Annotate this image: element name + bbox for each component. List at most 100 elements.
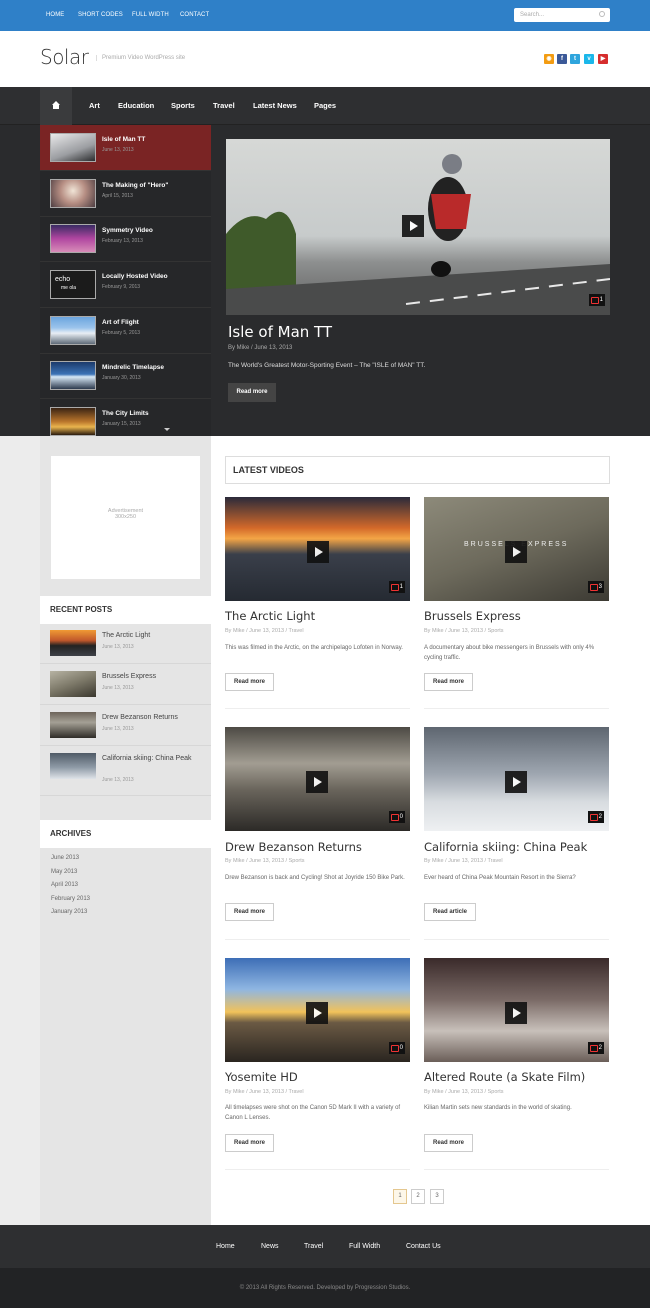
topnav-contact[interactable]: CONTACT	[180, 12, 209, 18]
recent-post-title[interactable]: California skiing: China Peak	[102, 754, 202, 764]
recent-post-title[interactable]: The Arctic Light	[102, 631, 202, 641]
page-1-link[interactable]: 1	[393, 1189, 407, 1204]
video-thumbnail[interactable]: 2	[424, 958, 609, 1062]
comment-count-badge: 2	[588, 1042, 604, 1054]
nav-art[interactable]: Art	[89, 101, 100, 110]
recent-post-item[interactable]: California skiing: China Peak June 13, 2…	[40, 747, 211, 796]
page-2-link[interactable]: 2	[411, 1189, 425, 1204]
search-input[interactable]: Search...	[514, 8, 610, 22]
search-icon[interactable]	[599, 11, 605, 17]
footer-contact-us[interactable]: Contact Us	[406, 1243, 441, 1250]
playlist-item[interactable]: echo me ola Locally Hosted Video February…	[40, 262, 211, 308]
read-more-button[interactable]: Read more	[225, 673, 275, 691]
video-description: Kilian Martin sets new standards in the …	[424, 1105, 572, 1111]
archive-link[interactable]: April 2013	[51, 882, 78, 888]
footer: © 2013 All Rights Reserved. Developed by…	[0, 1268, 650, 1308]
playlist-item[interactable]: Symmetry Video February 13, 2013	[40, 216, 211, 262]
nav-sports[interactable]: Sports	[171, 101, 195, 110]
video-description: A documentary about bike messengers in B…	[424, 645, 595, 661]
video-thumbnail[interactable]: 1	[225, 497, 410, 601]
page-3-link[interactable]: 3	[430, 1189, 444, 1204]
recent-post-item[interactable]: The Arctic Light June 13, 2013	[40, 624, 211, 664]
read-article-button[interactable]: Read article	[424, 903, 477, 921]
nav-pages[interactable]: Pages	[314, 101, 336, 110]
recent-post-title[interactable]: Brussels Express	[102, 672, 202, 682]
video-title[interactable]: Yosemite HD	[225, 1070, 298, 1084]
topnav-full-width[interactable]: FULL WIDTH	[132, 12, 169, 18]
footer-travel[interactable]: Travel	[304, 1243, 323, 1250]
playlist-thumb	[50, 316, 96, 345]
archives-heading: ARCHIVES	[40, 820, 211, 848]
read-more-button[interactable]: Read more	[225, 1134, 275, 1152]
play-button[interactable]	[307, 541, 329, 563]
video-title[interactable]: Brussels Express	[424, 609, 521, 623]
playlist-title: Art of Flight	[102, 319, 139, 326]
footer-home[interactable]: Home	[216, 1243, 235, 1250]
playlist-item[interactable]: Mindrelic Timelapse January 30, 2013	[40, 353, 211, 399]
comment-count-badge: 2	[588, 811, 604, 823]
facebook-icon[interactable]: f	[557, 54, 567, 64]
play-button[interactable]	[306, 1002, 328, 1024]
comment-count-badge: 1	[389, 581, 405, 593]
video-thumbnail[interactable]: 0	[225, 727, 410, 831]
archive-link[interactable]: June 2013	[51, 855, 79, 861]
topnav-short-codes[interactable]: SHORT CODES	[78, 12, 123, 18]
video-title[interactable]: Altered Route (a Skate Film)	[424, 1070, 585, 1084]
read-more-button[interactable]: Read more	[424, 1134, 474, 1152]
rss-icon[interactable]: ◉	[544, 54, 554, 64]
video-thumbnail[interactable]: 2	[424, 727, 609, 831]
playlist-date: January 15, 2013	[102, 421, 141, 427]
video-title[interactable]: California skiing: China Peak	[424, 840, 587, 854]
read-more-button[interactable]: Read more	[424, 673, 474, 691]
featured-video[interactable]: 1	[226, 139, 610, 315]
video-title[interactable]: The Arctic Light	[225, 609, 315, 623]
nav-education[interactable]: Education	[118, 101, 154, 110]
site-tagline: Premium Video WordPress site	[96, 55, 185, 61]
playlist-item[interactable]: Isle of Man TT June 13, 2013	[40, 125, 211, 171]
divider	[225, 708, 410, 709]
play-button[interactable]	[306, 771, 328, 793]
video-thumbnail[interactable]: 0	[225, 958, 410, 1062]
play-button[interactable]	[505, 1002, 527, 1024]
video-thumbnail[interactable]: BRUSSELS EXPRESS 3	[424, 497, 609, 601]
home-icon[interactable]	[40, 87, 72, 125]
site-logo[interactable]: Solar	[40, 45, 89, 69]
recent-post-title[interactable]: Drew Bezanson Returns	[102, 713, 202, 723]
scroll-down-icon[interactable]	[164, 428, 170, 431]
featured-read-more-button[interactable]: Read more	[228, 383, 276, 402]
vimeo-icon[interactable]: v	[584, 54, 594, 64]
featured-title[interactable]: Isle of Man TT	[228, 323, 332, 341]
comment-count-badge: 0	[389, 811, 405, 823]
advertisement-box[interactable]: Advertisement 300x250	[51, 456, 200, 579]
nav-latest-news[interactable]: Latest News	[253, 101, 297, 110]
archive-link[interactable]: February 2013	[51, 896, 90, 902]
main-nav: Art Education Sports Travel Latest News …	[0, 87, 650, 125]
playlist-thumb	[50, 361, 96, 390]
recent-post-item[interactable]: Drew Bezanson Returns June 13, 2013	[40, 706, 211, 746]
video-title[interactable]: Drew Bezanson Returns	[225, 840, 362, 854]
play-button[interactable]	[402, 215, 424, 237]
recent-post-date: June 13, 2013	[102, 644, 134, 650]
archive-link[interactable]: January 2013	[51, 909, 87, 915]
recent-post-thumb	[50, 630, 96, 656]
playlist-thumb	[50, 133, 96, 162]
topnav-home[interactable]: HOME	[46, 12, 64, 18]
ad-label: Advertisement 300x250	[107, 508, 144, 520]
twitter-icon[interactable]: t	[570, 54, 580, 64]
playlist-item[interactable]: The City Limits January 15, 2013	[40, 399, 211, 436]
archive-link[interactable]: May 2013	[51, 869, 77, 875]
playlist-item[interactable]: Art of Flight February 5, 2013	[40, 308, 211, 354]
read-more-button[interactable]: Read more	[225, 903, 275, 921]
recent-post-item[interactable]: Brussels Express June 13, 2013	[40, 665, 211, 705]
playlist-thumb	[50, 224, 96, 253]
video-meta: By Mike / June 13, 2013 / Sports	[225, 858, 305, 864]
play-button[interactable]	[505, 771, 527, 793]
playlist-item[interactable]: The Making of "Hero" April 15, 2013	[40, 171, 211, 217]
footer-full-width[interactable]: Full Width	[349, 1243, 380, 1250]
play-button[interactable]	[505, 541, 527, 563]
nav-travel[interactable]: Travel	[213, 101, 235, 110]
youtube-icon[interactable]: ▶	[598, 54, 608, 64]
video-meta: By Mike / June 13, 2013 / Travel	[424, 858, 503, 864]
footer-news[interactable]: News	[261, 1243, 279, 1250]
featured-description: The World's Greatest Motor-Sporting Even…	[228, 362, 426, 369]
